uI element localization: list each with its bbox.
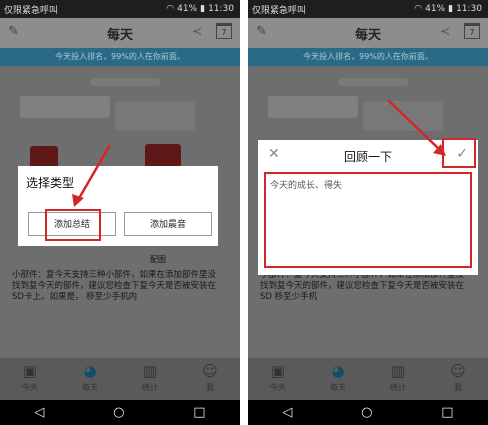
tab-label: 今天 (270, 383, 286, 392)
tab-stats[interactable]: ▥ 统计 (120, 358, 180, 400)
tab-label: 统计 (390, 383, 406, 392)
calendar-check-icon: ▣ (22, 362, 38, 380)
tab-me[interactable]: ☺ 我 (180, 358, 240, 400)
tab-everyday[interactable]: ◕ 每天 (60, 358, 120, 400)
home-button[interactable]: ○ (113, 405, 124, 420)
tab-me[interactable]: ☺ 我 (428, 358, 488, 400)
left-screen: 仅限紧急呼叫 ◠ 41% ▮ 11:30 ✎ 每天 ≺ 7 今天投入排名，99%… (0, 0, 240, 425)
tab-label: 每天 (82, 383, 98, 392)
tab-label: 每天 (330, 383, 346, 392)
person-icon: ☺ (202, 362, 218, 380)
tab-bar: ▣ 今天 ◕ 每天 ▥ 统计 ☺ 我 (248, 358, 488, 400)
recents-button[interactable]: □ (193, 405, 205, 420)
nav-bar: ◁ ○ □ (248, 400, 488, 425)
nav-bar: ◁ ○ □ (0, 400, 240, 425)
calendar-check-icon: ▣ (270, 362, 286, 380)
tab-everyday[interactable]: ◕ 每天 (308, 358, 368, 400)
tab-label: 我 (454, 383, 462, 392)
tab-today[interactable]: ▣ 今天 (248, 358, 308, 400)
tab-bar: ▣ 今天 ◕ 每天 ▥ 统计 ☺ 我 (0, 358, 240, 400)
back-button[interactable]: ◁ (282, 405, 292, 420)
right-screen: 仅限紧急呼叫 ◠ 41% ▮ 11:30 ✎ 每天 ≺ 7 今天投入排名，99%… (248, 0, 488, 425)
bar-chart-icon: ▥ (390, 362, 406, 380)
divider (240, 0, 248, 425)
bar-chart-icon: ▥ (142, 362, 158, 380)
back-button[interactable]: ◁ (34, 405, 44, 420)
recents-button[interactable]: □ (441, 405, 453, 420)
tab-stats[interactable]: ▥ 统计 (368, 358, 428, 400)
tab-label: 我 (206, 383, 214, 392)
pie-chart-icon: ◕ (83, 362, 97, 380)
pie-chart-icon: ◕ (331, 362, 345, 380)
person-icon: ☺ (450, 362, 466, 380)
tab-today[interactable]: ▣ 今天 (0, 358, 60, 400)
home-button[interactable]: ○ (361, 405, 372, 420)
tab-label: 今天 (22, 383, 38, 392)
tab-label: 统计 (142, 383, 158, 392)
